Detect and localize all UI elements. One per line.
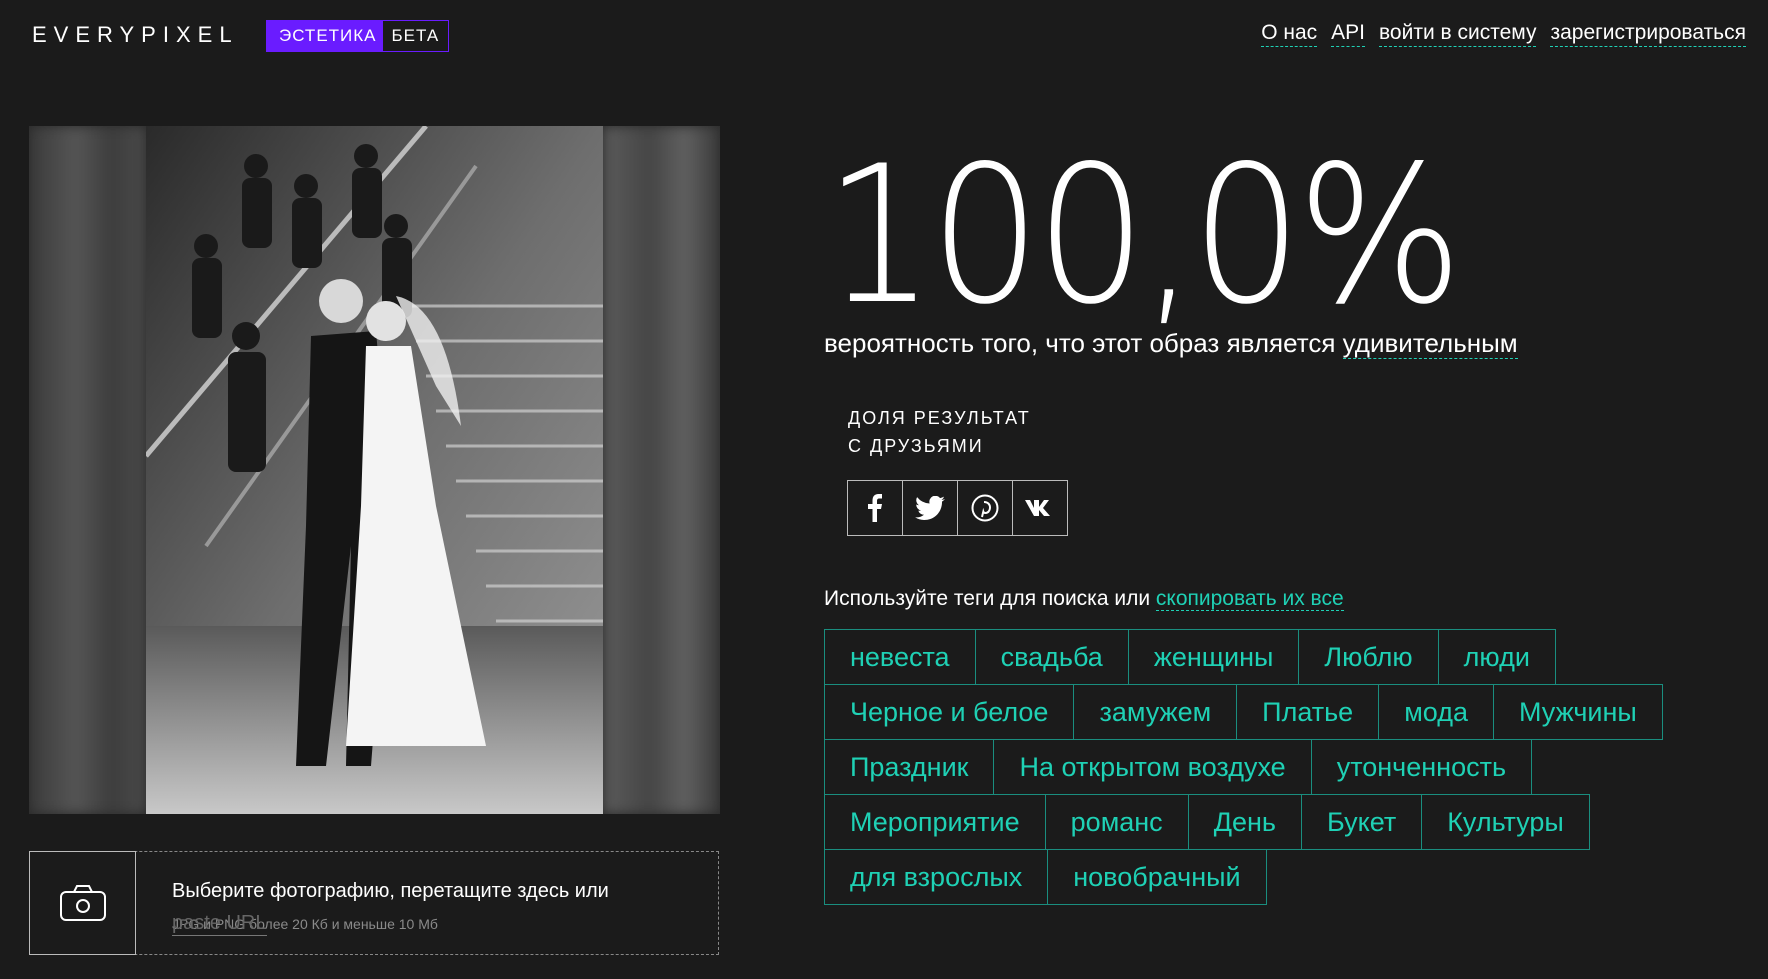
probability-text: вероятность того, что этот образ являетс… xyxy=(824,328,1518,359)
facebook-icon xyxy=(868,494,882,522)
tags-intro: Используйте теги для поиска или скопиров… xyxy=(824,587,1344,611)
vk-share-button[interactable] xyxy=(1013,481,1067,535)
badge-beta: БЕТА xyxy=(382,21,449,51)
photo-blur-left xyxy=(29,126,146,814)
probability-prefix: вероятность того, что этот образ являетс… xyxy=(824,328,1343,358)
tag[interactable]: Черное и белое xyxy=(824,684,1075,740)
vk-icon xyxy=(1025,500,1050,516)
tag[interactable]: Букет xyxy=(1300,794,1423,850)
tag[interactable]: мода xyxy=(1378,684,1494,740)
tag-row: невеста свадьба женщины Люблю люди xyxy=(824,629,1704,685)
nav-api[interactable]: API xyxy=(1331,20,1365,47)
probability-highlight[interactable]: удивительным xyxy=(1342,328,1518,359)
copy-all-tags-link[interactable]: скопировать их все xyxy=(1155,587,1344,611)
nav-about[interactable]: О нас xyxy=(1261,20,1318,47)
aesthetics-beta-badge: ЭСТЕТИКА БЕТА xyxy=(266,20,450,52)
twitter-share-button[interactable] xyxy=(903,481,958,535)
nav-register[interactable]: зарегистрироваться xyxy=(1550,20,1746,47)
upload-instructions: Выберите фотографию, перетащите здесь ил… xyxy=(172,880,609,902)
tag[interactable]: Мужчины xyxy=(1492,684,1663,740)
paste-url-link[interactable]: paste URL xyxy=(172,912,267,936)
top-nav: О нас API войти в систему зарегистрирова… xyxy=(1261,20,1746,47)
tag-row: Черное и белое замужем Платье мода Мужчи… xyxy=(824,684,1704,740)
tag[interactable]: романс xyxy=(1044,794,1189,850)
tag-list: невеста свадьба женщины Люблю люди Черно… xyxy=(824,629,1704,905)
share-title-line1: ДОЛЯ РЕЗУЛЬТАТ xyxy=(848,408,1031,428)
logo[interactable]: EVERYPIXEL xyxy=(32,22,239,48)
tag[interactable]: Платье xyxy=(1236,684,1380,740)
facebook-share-button[interactable] xyxy=(848,481,903,535)
nav-login[interactable]: войти в систему xyxy=(1379,20,1537,47)
share-title: ДОЛЯ РЕЗУЛЬТАТ С ДРУЗЬЯМИ xyxy=(848,404,1031,460)
tag[interactable]: замужем xyxy=(1073,684,1238,740)
aesthetic-score: 100,0% xyxy=(824,125,1463,346)
tag-row: Праздник На открытом воздухе утонченност… xyxy=(824,739,1704,795)
tag[interactable]: Культуры xyxy=(1421,794,1590,850)
upload-dropzone[interactable]: Выберите фотографию, перетащите здесь ил… xyxy=(29,851,719,955)
social-share-buttons xyxy=(847,480,1068,536)
badge-aesthetics: ЭСТЕТИКА xyxy=(267,21,383,51)
tag[interactable]: свадьба xyxy=(974,629,1129,685)
tag[interactable]: для взрослых xyxy=(824,849,1049,905)
tag[interactable]: утонченность xyxy=(1310,739,1533,795)
tag[interactable]: День xyxy=(1187,794,1302,850)
tag[interactable]: Люблю xyxy=(1298,629,1439,685)
share-title-line2: С ДРУЗЬЯМИ xyxy=(848,436,984,456)
twitter-icon xyxy=(915,496,945,520)
tag[interactable]: новобрачный xyxy=(1047,849,1267,905)
tag[interactable]: невеста xyxy=(824,629,976,685)
tag-row: для взрослых новобрачный xyxy=(824,849,1704,905)
camera-button[interactable] xyxy=(29,851,136,955)
tag[interactable]: На открытом воздухе xyxy=(993,739,1312,795)
wedding-photo xyxy=(146,126,603,814)
uploaded-photo xyxy=(29,126,720,814)
tags-intro-text: Используйте теги для поиска или xyxy=(824,587,1156,610)
tag[interactable]: Праздник xyxy=(824,739,995,795)
camera-icon xyxy=(59,885,106,921)
pinterest-share-button[interactable] xyxy=(958,481,1013,535)
photo-blur-right xyxy=(603,126,720,814)
tag[interactable]: люди xyxy=(1437,629,1556,685)
pinterest-icon xyxy=(971,494,999,522)
tag-row: Мероприятие романс День Букет Культуры xyxy=(824,794,1704,850)
tag[interactable]: Мероприятие xyxy=(824,794,1046,850)
tag[interactable]: женщины xyxy=(1127,629,1300,685)
